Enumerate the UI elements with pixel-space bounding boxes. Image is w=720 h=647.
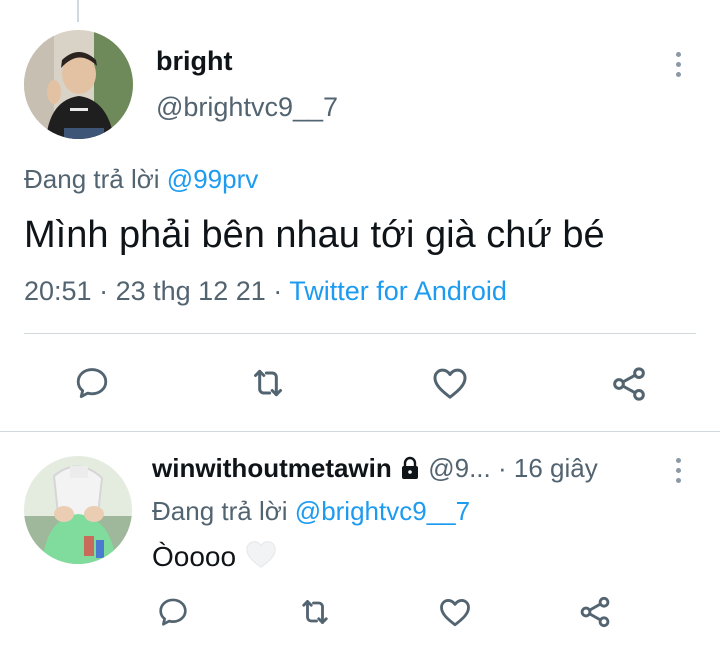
retweet-icon: [254, 369, 282, 397]
more-vertical-icon[interactable]: [676, 52, 686, 82]
reply-button[interactable]: [70, 362, 114, 404]
white-heart-icon: [244, 537, 278, 576]
tweet-date[interactable]: 23 thg 12 21: [116, 276, 266, 306]
thread-line: [77, 0, 79, 22]
tweet-text: Mình phải bên nhau tới già chứ bé: [24, 214, 605, 256]
share-icon: [580, 596, 610, 628]
more-vertical-icon[interactable]: [676, 458, 686, 488]
display-name[interactable]: winwithoutmetawin: [152, 453, 392, 483]
user-handle[interactable]: @brightvc9__7: [156, 92, 338, 123]
replying-to: Đang trả lời @99prv: [24, 164, 258, 195]
comment-icon: [159, 598, 187, 626]
reply-header: winwithoutmetawin @9... · 16 giây: [152, 453, 598, 484]
heart-icon: [440, 599, 470, 627]
retweet-icon: [302, 600, 328, 624]
replying-to-mention[interactable]: @99prv: [167, 164, 258, 194]
share-button[interactable]: [606, 362, 652, 406]
replying-to-mention[interactable]: @brightvc9__7: [295, 496, 470, 526]
meta-separator: ·: [273, 276, 283, 306]
replying-to: Đang trả lời @brightvc9__7: [152, 496, 470, 527]
avatar[interactable]: [24, 456, 132, 564]
lock-icon: [402, 456, 418, 479]
replying-prefix: Đang trả lời: [152, 496, 288, 526]
tweet-age[interactable]: 16 giây: [514, 453, 598, 483]
retweet-button[interactable]: [246, 362, 290, 404]
heart-icon: [433, 368, 467, 399]
meta-separator: ·: [99, 276, 109, 306]
tweet-source[interactable]: Twitter for Android: [289, 276, 507, 306]
tweet-time: 20:51: [24, 276, 92, 306]
meta-separator: ·: [498, 453, 507, 483]
display-name[interactable]: bright: [156, 46, 232, 77]
share-button[interactable]: [574, 592, 616, 632]
comment-icon: [76, 368, 108, 399]
reply-text-row: Òoooo: [152, 537, 278, 576]
user-handle[interactable]: @9...: [428, 453, 491, 483]
tweet-text: Òoooo: [152, 540, 237, 572]
reply-button[interactable]: [152, 592, 194, 632]
replying-prefix: Đang trả lời: [24, 164, 160, 194]
divider: [0, 431, 720, 432]
retweet-button[interactable]: [294, 592, 336, 632]
avatar[interactable]: [24, 30, 133, 139]
tweet-metadata: 20:51 · 23 thg 12 21 · Twitter for Andro…: [24, 276, 507, 307]
like-button[interactable]: [428, 362, 472, 404]
share-icon: [613, 367, 645, 401]
like-button[interactable]: [434, 592, 476, 632]
divider: [24, 333, 696, 334]
